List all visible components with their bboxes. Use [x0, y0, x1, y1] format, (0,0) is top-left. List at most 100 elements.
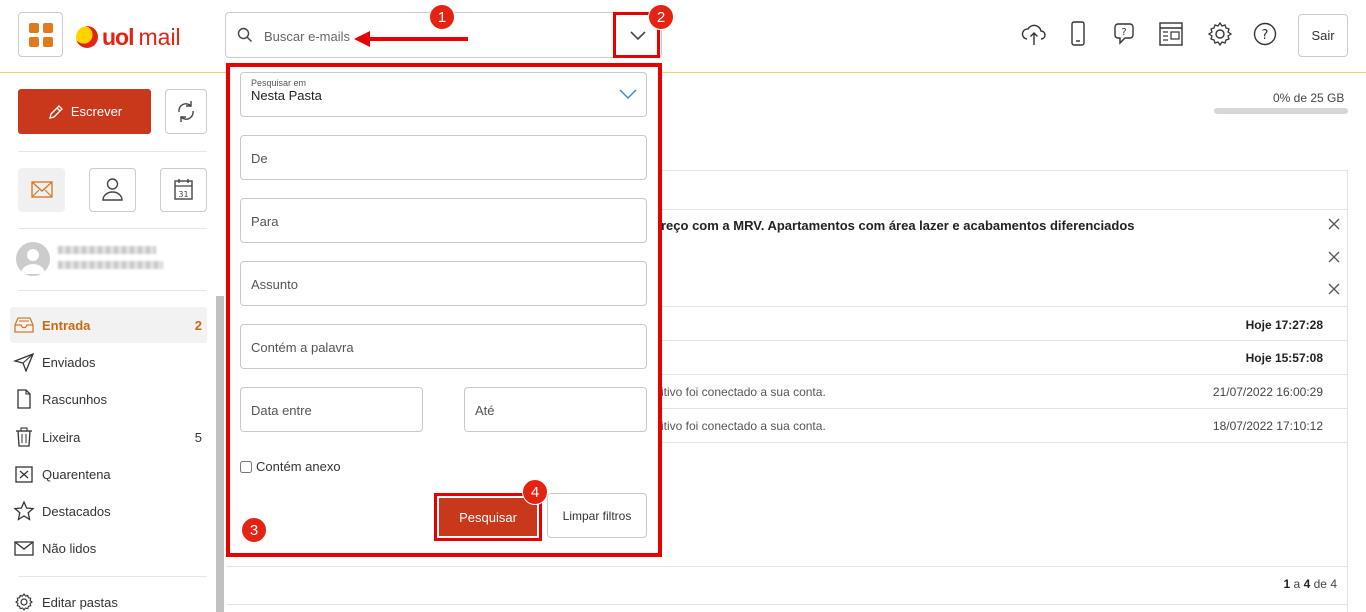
- calendar-module-button[interactable]: 31: [160, 168, 207, 212]
- clear-filters-button[interactable]: Limpar filtros: [547, 493, 647, 538]
- contains-word-field: [240, 324, 647, 369]
- annotation-badge: 2: [648, 4, 674, 30]
- avatar[interactable]: [16, 242, 50, 276]
- folder-rascunhos[interactable]: Rascunhos: [10, 381, 207, 417]
- storage-quota-bar: [1214, 108, 1348, 114]
- subject-field: [240, 261, 647, 306]
- trash-icon: [16, 427, 32, 447]
- storage-quota-text: 0% de 25 GB: [1273, 91, 1345, 105]
- message-date[interactable]: 21/07/2022 16:00:29: [1213, 385, 1323, 399]
- has-attachment-option[interactable]: Contém anexo: [240, 459, 341, 474]
- folder-lixeira[interactable]: Lixeira 5: [10, 419, 207, 455]
- sidebar: Escrever 31 Entrada 2 Enviados Rascunhos…: [0, 74, 226, 612]
- search-in-value: Nesta Pasta: [251, 88, 322, 103]
- folder-count: 5: [194, 429, 202, 445]
- search-icon: [237, 27, 252, 42]
- logo-mail-text: mail: [138, 23, 181, 50]
- annotation-badge: 1: [429, 4, 455, 30]
- search-in-select[interactable]: Pesquisar em Nesta Pasta: [240, 72, 647, 117]
- chevron-down-icon: [619, 89, 637, 100]
- layout-icon[interactable]: [1157, 20, 1185, 48]
- apps-grid-icon: [29, 23, 53, 47]
- folder-label: Lixeira: [42, 429, 81, 445]
- cloud-upload-icon[interactable]: [1020, 20, 1048, 48]
- logout-button[interactable]: Sair: [1298, 14, 1348, 57]
- help-icon[interactable]: ?: [1251, 20, 1279, 48]
- message-date[interactable]: Hoje 15:57:08: [1246, 351, 1323, 365]
- compose-button[interactable]: Escrever: [18, 89, 151, 134]
- has-attachment-label: Contém anexo: [256, 459, 341, 474]
- refresh-icon: [178, 101, 194, 122]
- help-chat-icon[interactable]: ?: [1109, 20, 1137, 48]
- mail-module-button[interactable]: [18, 168, 65, 212]
- date-from-field: [240, 387, 423, 432]
- close-icon[interactable]: [1328, 251, 1340, 263]
- top-header: uol mail ?: [0, 0, 1366, 73]
- logo-uol-text: uol: [102, 23, 134, 50]
- annotation-arrow-icon: [354, 31, 468, 47]
- gear-icon: [15, 593, 33, 611]
- edit-folders-link[interactable]: Editar pastas: [10, 584, 207, 612]
- close-icon[interactable]: [1328, 283, 1340, 295]
- uol-mail-logo[interactable]: uol mail: [76, 24, 181, 50]
- sidebar-scrollbar[interactable]: [216, 296, 224, 612]
- folder-label: Quarentena: [42, 466, 111, 482]
- uol-logo-icon: [76, 26, 98, 48]
- date-to-field: [464, 387, 647, 432]
- has-attachment-checkbox[interactable]: [240, 460, 252, 473]
- folder-label: Destacados: [42, 503, 111, 519]
- message-subject[interactable]: itivo foi conectado a sua conta.: [661, 385, 826, 399]
- search-submit-label: Pesquisar: [439, 498, 537, 536]
- mobile-icon[interactable]: [1064, 20, 1092, 48]
- folder-label: Não lidos: [42, 540, 97, 556]
- date-to-input[interactable]: [475, 402, 635, 418]
- apps-menu-button[interactable]: [18, 12, 63, 57]
- folder-count: 2: [194, 317, 202, 333]
- envelope-icon: [14, 541, 34, 556]
- message-date[interactable]: Hoje 17:27:28: [1246, 318, 1323, 332]
- sidebar-divider: [18, 151, 207, 152]
- to-field: [240, 198, 647, 243]
- message-subject[interactable]: itivo foi conectado a sua conta.: [661, 419, 826, 433]
- svg-text:?: ?: [1262, 28, 1269, 43]
- refresh-button[interactable]: [165, 89, 207, 134]
- annotation-badge: 4: [522, 479, 548, 505]
- svg-text:31: 31: [178, 190, 188, 199]
- close-icon[interactable]: [1328, 218, 1340, 230]
- star-icon: [13, 501, 35, 521]
- message-list-border: [1347, 170, 1348, 612]
- sidebar-divider: [18, 576, 207, 577]
- blurred-user-email: [58, 261, 163, 269]
- folder-label: Entrada: [42, 317, 91, 333]
- folder-quarentena[interactable]: Quarentena: [10, 456, 207, 492]
- pencil-icon: [48, 104, 63, 119]
- gear-icon[interactable]: [1206, 20, 1234, 48]
- compose-label: Escrever: [70, 104, 123, 119]
- contacts-icon: [102, 178, 123, 201]
- draft-icon: [17, 389, 31, 409]
- blurred-user-name: [58, 246, 156, 254]
- sidebar-divider: [18, 290, 207, 291]
- folder-destacados[interactable]: Destacados: [10, 493, 207, 529]
- folder-label: Enviados: [42, 354, 96, 370]
- folder-enviados[interactable]: Enviados: [10, 344, 207, 380]
- svg-text:?: ?: [1121, 27, 1126, 38]
- subject-input[interactable]: [251, 276, 631, 292]
- mail-icon: [31, 181, 53, 198]
- folder-nao-lidos[interactable]: Não lidos: [10, 530, 207, 566]
- quarantine-icon: [15, 466, 33, 483]
- search-in-label: Pesquisar em: [251, 78, 307, 88]
- advanced-search-panel: Pesquisar em Nesta Pasta Contém anexo Pe…: [226, 63, 662, 557]
- sidebar-divider: [18, 228, 207, 229]
- folder-entrada[interactable]: Entrada 2: [10, 307, 207, 343]
- message-date[interactable]: 18/07/2022 17:10:12: [1213, 419, 1323, 433]
- inbox-icon: [14, 317, 34, 333]
- contains-word-input[interactable]: [251, 339, 631, 355]
- from-input[interactable]: [251, 150, 631, 166]
- from-field: [240, 135, 647, 180]
- message-ad-subject[interactable]: reço com a MRV. Apartamentos com área la…: [661, 218, 1135, 233]
- calendar-icon: 31: [174, 179, 193, 200]
- date-from-input[interactable]: [251, 402, 411, 418]
- to-input[interactable]: [251, 213, 631, 229]
- contacts-module-button[interactable]: [89, 168, 136, 212]
